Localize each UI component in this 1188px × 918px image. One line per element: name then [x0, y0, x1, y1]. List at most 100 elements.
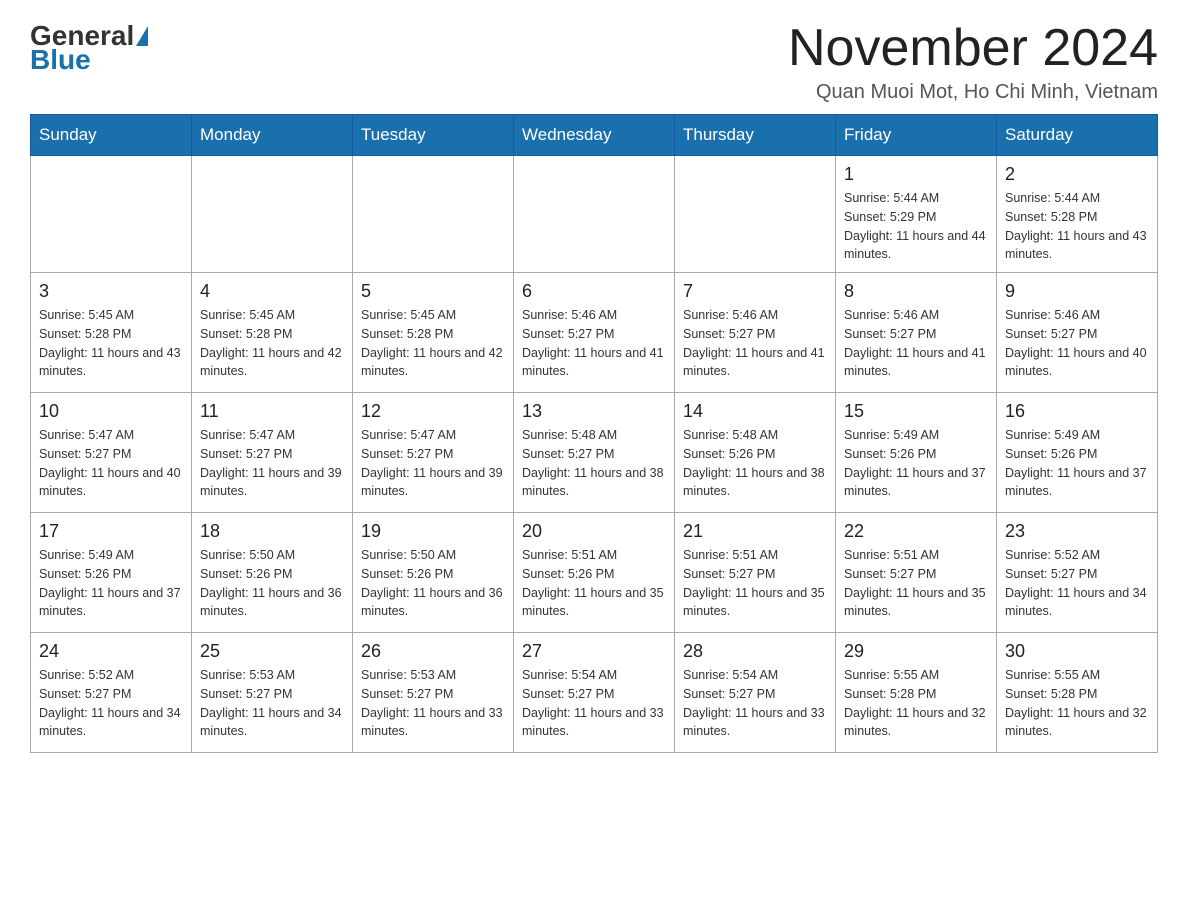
subtitle: Quan Muoi Mot, Ho Chi Minh, Vietnam — [788, 81, 1158, 104]
day-info-text: Sunset: 5:26 PM — [683, 445, 827, 464]
col-thursday: Thursday — [675, 115, 836, 156]
day-info-text: Sunset: 5:26 PM — [1005, 445, 1149, 464]
day-info-text: Daylight: 11 hours and 36 minutes. — [361, 584, 505, 622]
day-info-text: Sunrise: 5:49 AM — [39, 546, 183, 565]
day-info-text: Sunrise: 5:46 AM — [1005, 306, 1149, 325]
header: General Blue November 2024 Quan Muoi Mot… — [30, 20, 1158, 104]
day-number: 7 — [683, 281, 827, 302]
day-info-text: Sunrise: 5:53 AM — [361, 666, 505, 685]
calendar-week-row: 3Sunrise: 5:45 AMSunset: 5:28 PMDaylight… — [31, 273, 1158, 393]
day-number: 24 — [39, 641, 183, 662]
day-info-text: Sunset: 5:27 PM — [39, 685, 183, 704]
day-info-text: Daylight: 11 hours and 42 minutes. — [200, 344, 344, 382]
table-row — [353, 156, 514, 273]
logo-area: General Blue — [30, 20, 150, 76]
day-info-text: Daylight: 11 hours and 33 minutes. — [522, 704, 666, 742]
table-row: 25Sunrise: 5:53 AMSunset: 5:27 PMDayligh… — [192, 633, 353, 753]
day-number: 13 — [522, 401, 666, 422]
day-number: 25 — [200, 641, 344, 662]
table-row: 7Sunrise: 5:46 AMSunset: 5:27 PMDaylight… — [675, 273, 836, 393]
day-info-text: Sunrise: 5:50 AM — [361, 546, 505, 565]
day-info-text: Daylight: 11 hours and 39 minutes. — [361, 464, 505, 502]
day-info-text: Daylight: 11 hours and 40 minutes. — [39, 464, 183, 502]
day-info-text: Sunrise: 5:55 AM — [844, 666, 988, 685]
day-info-text: Daylight: 11 hours and 41 minutes. — [683, 344, 827, 382]
day-info-text: Daylight: 11 hours and 41 minutes. — [844, 344, 988, 382]
table-row: 23Sunrise: 5:52 AMSunset: 5:27 PMDayligh… — [997, 513, 1158, 633]
day-info-text: Sunrise: 5:51 AM — [522, 546, 666, 565]
table-row: 15Sunrise: 5:49 AMSunset: 5:26 PMDayligh… — [836, 393, 997, 513]
day-info-text: Sunrise: 5:51 AM — [683, 546, 827, 565]
day-number: 4 — [200, 281, 344, 302]
day-info-text: Daylight: 11 hours and 37 minutes. — [1005, 464, 1149, 502]
calendar-week-row: 17Sunrise: 5:49 AMSunset: 5:26 PMDayligh… — [31, 513, 1158, 633]
day-info-text: Daylight: 11 hours and 34 minutes. — [1005, 584, 1149, 622]
day-info-text: Daylight: 11 hours and 35 minutes. — [683, 584, 827, 622]
day-info-text: Daylight: 11 hours and 41 minutes. — [522, 344, 666, 382]
day-info-text: Sunrise: 5:49 AM — [1005, 426, 1149, 445]
col-sunday: Sunday — [31, 115, 192, 156]
table-row — [192, 156, 353, 273]
day-info-text: Sunrise: 5:49 AM — [844, 426, 988, 445]
day-info-text: Sunset: 5:26 PM — [361, 565, 505, 584]
day-info-text: Sunset: 5:26 PM — [522, 565, 666, 584]
day-info-text: Daylight: 11 hours and 32 minutes. — [1005, 704, 1149, 742]
day-number: 20 — [522, 521, 666, 542]
day-info-text: Sunset: 5:28 PM — [844, 685, 988, 704]
day-info-text: Sunrise: 5:51 AM — [844, 546, 988, 565]
day-number: 23 — [1005, 521, 1149, 542]
day-number: 21 — [683, 521, 827, 542]
day-info-text: Daylight: 11 hours and 35 minutes. — [844, 584, 988, 622]
day-info-text: Daylight: 11 hours and 34 minutes. — [39, 704, 183, 742]
day-info-text: Sunset: 5:26 PM — [39, 565, 183, 584]
day-info-text: Sunset: 5:28 PM — [200, 325, 344, 344]
day-info-text: Sunrise: 5:44 AM — [1005, 189, 1149, 208]
day-info-text: Daylight: 11 hours and 33 minutes. — [683, 704, 827, 742]
table-row: 27Sunrise: 5:54 AMSunset: 5:27 PMDayligh… — [514, 633, 675, 753]
day-info-text: Sunset: 5:27 PM — [361, 685, 505, 704]
table-row: 24Sunrise: 5:52 AMSunset: 5:27 PMDayligh… — [31, 633, 192, 753]
table-row: 22Sunrise: 5:51 AMSunset: 5:27 PMDayligh… — [836, 513, 997, 633]
day-info-text: Sunrise: 5:45 AM — [361, 306, 505, 325]
day-number: 14 — [683, 401, 827, 422]
day-number: 18 — [200, 521, 344, 542]
table-row: 19Sunrise: 5:50 AMSunset: 5:26 PMDayligh… — [353, 513, 514, 633]
col-friday: Friday — [836, 115, 997, 156]
day-info-text: Sunset: 5:28 PM — [1005, 208, 1149, 227]
day-number: 3 — [39, 281, 183, 302]
day-number: 27 — [522, 641, 666, 662]
day-info-text: Sunset: 5:28 PM — [39, 325, 183, 344]
main-title: November 2024 — [788, 20, 1158, 77]
day-info-text: Sunrise: 5:53 AM — [200, 666, 344, 685]
calendar-header-row: Sunday Monday Tuesday Wednesday Thursday… — [31, 115, 1158, 156]
table-row: 6Sunrise: 5:46 AMSunset: 5:27 PMDaylight… — [514, 273, 675, 393]
day-number: 2 — [1005, 164, 1149, 185]
table-row: 14Sunrise: 5:48 AMSunset: 5:26 PMDayligh… — [675, 393, 836, 513]
day-info-text: Sunset: 5:27 PM — [522, 685, 666, 704]
day-info-text: Daylight: 11 hours and 34 minutes. — [200, 704, 344, 742]
table-row: 5Sunrise: 5:45 AMSunset: 5:28 PMDaylight… — [353, 273, 514, 393]
calendar-week-row: 1Sunrise: 5:44 AMSunset: 5:29 PMDaylight… — [31, 156, 1158, 273]
day-info-text: Sunrise: 5:48 AM — [683, 426, 827, 445]
day-info-text: Sunset: 5:27 PM — [39, 445, 183, 464]
day-info-text: Sunrise: 5:46 AM — [844, 306, 988, 325]
logo-blue-text: Blue — [30, 44, 91, 75]
day-info-text: Sunset: 5:28 PM — [361, 325, 505, 344]
day-number: 28 — [683, 641, 827, 662]
col-saturday: Saturday — [997, 115, 1158, 156]
table-row: 17Sunrise: 5:49 AMSunset: 5:26 PMDayligh… — [31, 513, 192, 633]
day-number: 5 — [361, 281, 505, 302]
day-number: 26 — [361, 641, 505, 662]
day-info-text: Sunrise: 5:45 AM — [39, 306, 183, 325]
day-number: 10 — [39, 401, 183, 422]
table-row: 18Sunrise: 5:50 AMSunset: 5:26 PMDayligh… — [192, 513, 353, 633]
day-info-text: Sunrise: 5:44 AM — [844, 189, 988, 208]
day-info-text: Sunset: 5:27 PM — [683, 685, 827, 704]
day-info-text: Sunset: 5:27 PM — [683, 565, 827, 584]
day-info-text: Sunrise: 5:48 AM — [522, 426, 666, 445]
day-info-text: Sunrise: 5:47 AM — [39, 426, 183, 445]
day-info-text: Sunrise: 5:46 AM — [683, 306, 827, 325]
table-row: 28Sunrise: 5:54 AMSunset: 5:27 PMDayligh… — [675, 633, 836, 753]
page: General Blue November 2024 Quan Muoi Mot… — [0, 0, 1188, 773]
day-info-text: Daylight: 11 hours and 39 minutes. — [200, 464, 344, 502]
